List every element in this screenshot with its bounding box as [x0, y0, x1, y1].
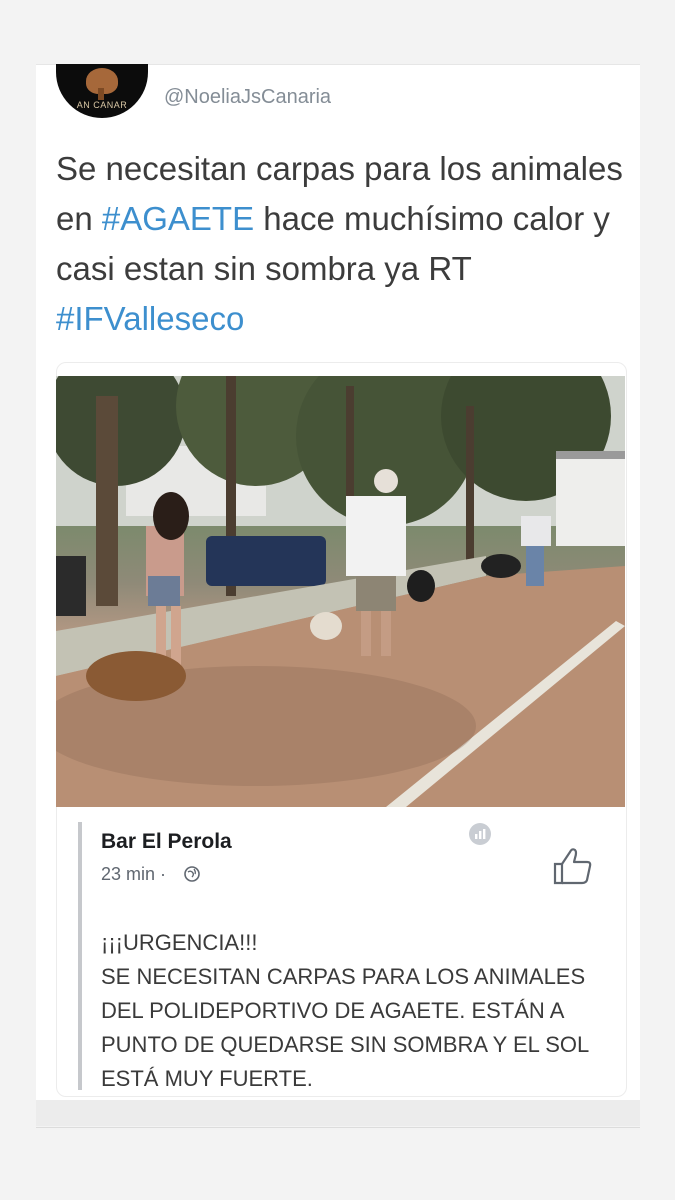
avatar-text: AN CANAR: [76, 100, 128, 110]
globe-icon: [184, 866, 200, 882]
photo-illustration: [56, 376, 625, 807]
hashtag-ifvalleseco[interactable]: #IFValleseco: [56, 300, 244, 337]
post-body-line1: ¡¡¡URGENCIA!!!: [101, 930, 258, 955]
user-handle[interactable]: @NoeliaJsCanaria: [164, 86, 331, 109]
post-time[interactable]: 23 min ·: [101, 864, 166, 885]
bottom-bar: [36, 1100, 640, 1126]
thumbs-up-icon[interactable]: [552, 846, 594, 886]
tweet-text: Se necesitan carpas para los animales en…: [56, 144, 626, 344]
post-body-rest: SE NECESITAN CARPAS PARA LOS ANIMALES DE…: [101, 964, 589, 1091]
avatar-emblem-icon: [86, 68, 118, 100]
post-body: ¡¡¡URGENCIA!!! SE NECESITAN CARPAS PARA L…: [101, 926, 621, 1096]
quote-bar: [78, 822, 82, 1090]
hashtag-agaete[interactable]: #AGAETE: [102, 200, 254, 237]
post-photo[interactable]: [56, 376, 625, 807]
page-name[interactable]: Bar El Perola: [101, 830, 232, 854]
divider: [36, 1127, 640, 1128]
info-icon[interactable]: [468, 822, 492, 846]
